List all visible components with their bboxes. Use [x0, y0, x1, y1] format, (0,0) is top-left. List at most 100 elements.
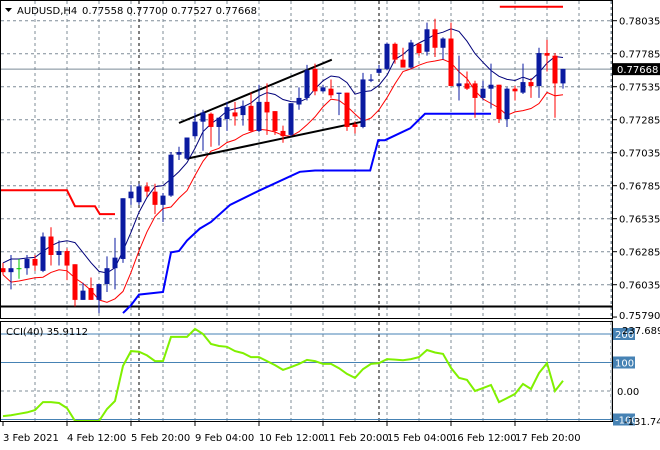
- candle-body: [104, 268, 110, 285]
- candle-body: [488, 84, 494, 89]
- candle-body: [304, 70, 310, 98]
- candle-body: [0, 268, 6, 273]
- candle-body: [312, 68, 318, 92]
- candle-body: [40, 236, 46, 271]
- candle-body: [384, 43, 390, 69]
- candle: [184, 137, 190, 160]
- cci-level-label: 100: [615, 359, 634, 370]
- x-tick-label: 4 Feb 12:00: [67, 433, 126, 444]
- candle-body: [288, 103, 294, 135]
- candle: [360, 72, 366, 129]
- candle-body: [32, 258, 38, 266]
- x-tick-label: 16 Feb 12:00: [451, 433, 517, 444]
- candle-body: [464, 83, 470, 89]
- candle-body: [96, 284, 102, 300]
- candle-body: [56, 251, 62, 255]
- candle-body: [360, 79, 366, 127]
- candle-body: [168, 154, 174, 196]
- x-tick-label: 17 Feb 20:00: [515, 433, 581, 444]
- y-tick-label: 0.76035: [619, 281, 660, 292]
- candle: [304, 64, 310, 101]
- candle: [168, 152, 174, 197]
- candle-body: [224, 107, 230, 120]
- ohlc-readout: 0.77558 0.77700 0.77527 0.77668: [82, 6, 257, 17]
- candle-body: [496, 84, 502, 120]
- candle-body: [432, 29, 438, 48]
- y-tick-label: 0.75790: [619, 311, 660, 322]
- candle-body: [176, 152, 182, 155]
- chart-header: AUDUSD,H4 0.77558 0.77700 0.77527 0.7766…: [5, 6, 257, 17]
- candle-body: [232, 112, 238, 117]
- candle-body: [264, 101, 270, 113]
- y-tick-label: 0.78035: [619, 17, 660, 28]
- candle-body: [240, 105, 246, 116]
- candle-body: [80, 290, 86, 300]
- y-tick-label: 0.77035: [619, 149, 660, 160]
- candle-body: [128, 191, 134, 199]
- x-tick-label: 11 Feb 20:00: [323, 433, 389, 444]
- candle: [136, 183, 142, 205]
- candle-body: [184, 137, 190, 159]
- cci-scale-min: -131.742: [624, 417, 660, 428]
- y-tick-label: 0.77285: [619, 116, 660, 127]
- candle-body: [320, 87, 326, 92]
- candle-body: [16, 268, 22, 270]
- candle-body: [520, 82, 526, 93]
- symbol-label: AUDUSD,H4: [17, 6, 77, 17]
- y-tick-label: 0.77535: [619, 83, 660, 94]
- candle-body: [440, 38, 446, 48]
- candle-body: [136, 186, 142, 203]
- candle-body: [560, 68, 566, 84]
- candle: [344, 92, 350, 131]
- candle-body: [456, 83, 462, 87]
- chart-window[interactable]: 0.78035 0.77785 0.77535 0.77285 0.77035 0.767…: [0, 0, 660, 450]
- y-tick-label: 0.77785: [619, 50, 660, 61]
- x-tick-label: 3 Feb 2021: [3, 433, 59, 444]
- y-tick-label: 0.76535: [619, 215, 660, 226]
- candle-body: [416, 43, 422, 54]
- candle-body: [144, 186, 150, 192]
- x-tick-label: 10 Feb 12:00: [259, 433, 325, 444]
- candle: [496, 84, 502, 123]
- candle-body: [392, 43, 398, 60]
- candle-body: [344, 92, 350, 127]
- candle-body: [328, 88, 334, 96]
- y-tick-label: 0.76785: [619, 182, 660, 193]
- candle-body: [192, 121, 198, 137]
- candle-body: [216, 117, 222, 127]
- candle-body: [72, 264, 78, 300]
- candle: [288, 103, 294, 137]
- x-tick-label: 15 Feb 04:00: [387, 433, 453, 444]
- candle-body: [472, 83, 478, 98]
- candle-body: [8, 268, 14, 273]
- candle: [384, 42, 390, 71]
- candle-body: [424, 29, 430, 52]
- cci-scale-max: 237.6897: [622, 326, 660, 337]
- candle-body: [504, 88, 510, 120]
- candle-body: [64, 251, 70, 266]
- candle-body: [208, 113, 214, 127]
- candle-body: [280, 130, 286, 137]
- x-tick-label: 9 Feb 04:00: [195, 433, 254, 444]
- candle-body: [448, 38, 454, 87]
- cci-zero-label: 0.00: [617, 387, 639, 398]
- candle: [408, 39, 414, 69]
- candle-body: [480, 88, 486, 98]
- candle-body: [48, 236, 54, 255]
- candle-body: [552, 55, 558, 84]
- candle-body: [512, 88, 518, 92]
- candle-body: [256, 101, 262, 131]
- candle: [120, 198, 126, 263]
- candle-body: [248, 105, 254, 131]
- candle-body: [112, 257, 118, 269]
- candle-body: [408, 42, 414, 68]
- candle-body: [296, 97, 302, 105]
- candle-body: [336, 92, 342, 94]
- candle-body: [536, 53, 542, 87]
- candle-body: [400, 59, 406, 68]
- candle: [40, 232, 46, 273]
- candle-body: [368, 79, 374, 81]
- candle-body: [24, 258, 30, 269]
- candle-body: [376, 68, 382, 73]
- candle-body: [544, 53, 550, 56]
